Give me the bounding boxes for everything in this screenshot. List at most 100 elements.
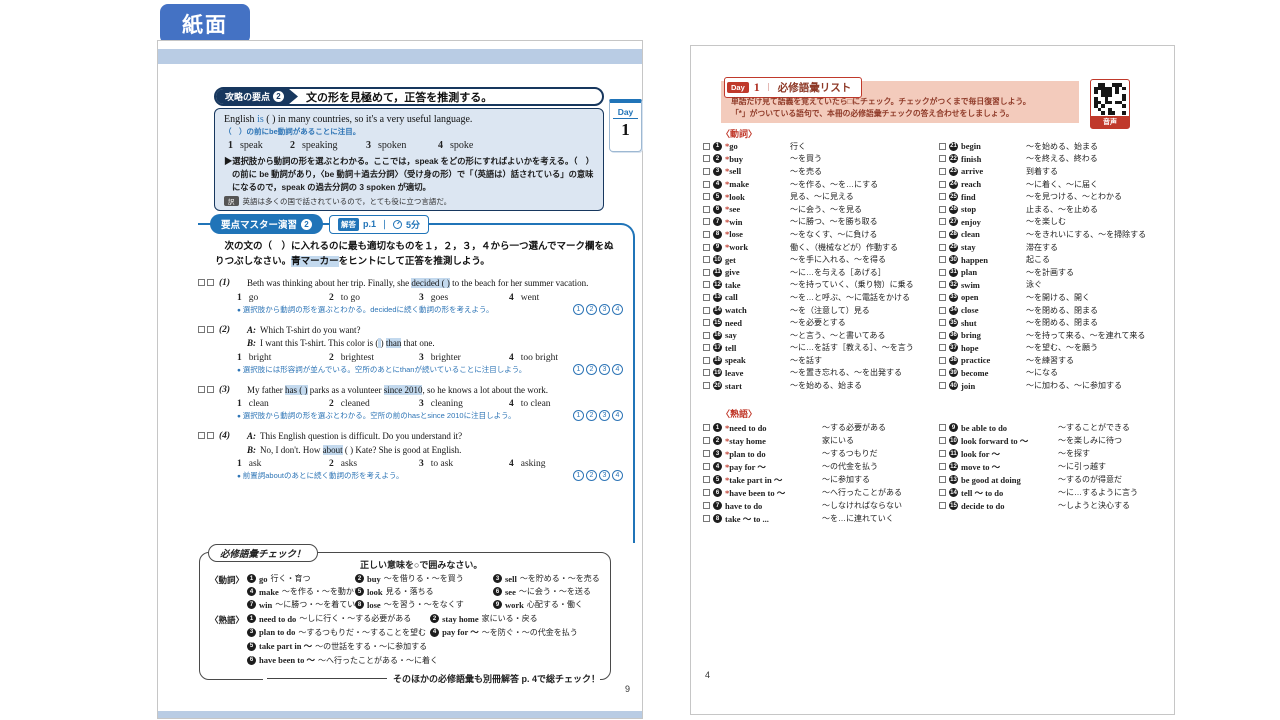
check-box: [703, 331, 710, 339]
rp-verbs-label: 〈動詞〉: [721, 129, 758, 139]
check-box: [939, 268, 946, 276]
vocab-item: 2 buy ～を借りる・～を買う: [355, 573, 489, 584]
point-title: 文の形を見極めて，正答を推測する。: [306, 91, 493, 104]
list-title-divider: ｜: [764, 83, 773, 92]
option: 2 asks: [329, 459, 358, 470]
vocab-item: 4 pay for ～～を防ぐ・～の代金を払う: [430, 626, 602, 638]
list-row: 22 finish ～を終える、終わる: [939, 153, 1165, 166]
answer-info: 解答 p.1 ｜ 5分: [329, 214, 430, 234]
check-box: [939, 193, 946, 201]
check-box: [207, 279, 214, 287]
question-number: (1): [219, 278, 231, 289]
option: 1 go: [237, 292, 259, 303]
audio-label: 音声: [1091, 116, 1129, 128]
check-box: [703, 515, 710, 522]
vocab-item: 1 go 行く・育つ: [247, 573, 351, 584]
list-row: 1 *go 行く: [703, 140, 929, 153]
mark-bubble: 2: [586, 410, 597, 422]
check-box: [939, 205, 946, 213]
check-box: [207, 385, 214, 393]
list-row: 5 *look 見る、～に見える: [703, 190, 929, 203]
mark-bubble: 2: [586, 303, 597, 315]
check-box: [703, 180, 710, 188]
day-tab-number: 1: [621, 120, 630, 139]
list-row: 4 *make ～を作る、～を…にする: [703, 178, 929, 191]
check-box: [703, 256, 710, 264]
check-box: [939, 230, 946, 238]
list-row: 31 plan ～を計画する: [939, 266, 1165, 279]
list-row: 33 open ～を開ける、開く: [939, 291, 1165, 304]
check-box: [703, 155, 710, 163]
option: 2 to go: [329, 292, 361, 303]
list-row: 37 hope ～を望む、～を願う: [939, 342, 1165, 355]
vocab-item: 2 stay home 家にいる・戻る: [430, 613, 602, 624]
check-box: [198, 385, 205, 393]
mark-bubble: 1: [573, 363, 584, 375]
question-hint: 選択肢には形容詞が並んでいる。空所のあとにthanが続いていることに注目しよう。: [237, 364, 527, 375]
question-line: My father has ( ) parks as a volunteer s…: [247, 384, 548, 395]
option: 1 bright: [237, 352, 272, 363]
footer-rule: [266, 678, 387, 679]
list-row: 28 clean ～をきれいにする、～を掃除する: [939, 228, 1165, 241]
check-box: [939, 502, 946, 509]
left-page: 攻略の要点 2 文の形を見極めて，正答を推測する。 English is ( )…: [157, 40, 643, 719]
mark-bubble: 1: [573, 410, 584, 422]
option: 1 speak: [228, 140, 263, 151]
list-row: 18 speak ～を話す: [703, 354, 929, 367]
check-box: [939, 382, 946, 390]
question-list: (1) Beth was thinking about her trip. Fin…: [198, 277, 633, 482]
mark-bubble: 3: [599, 470, 610, 482]
example-sentence: English is ( ) in many countries, so it'…: [224, 114, 473, 125]
list-row: 11 give ～に…を与える［あげる］: [703, 266, 929, 279]
option: 3 cleaning: [419, 399, 463, 410]
list-row: 34 close ～を閉める、閉まる: [939, 304, 1165, 317]
check-box: [939, 167, 946, 175]
check-box: [939, 155, 946, 163]
mark-bubble: 3: [599, 363, 610, 375]
check-box: [198, 325, 205, 333]
check-box: [703, 230, 710, 238]
check-box: [939, 142, 946, 150]
check-box: [939, 256, 946, 264]
translation-tag: 訳: [224, 196, 239, 207]
point-tag: 攻略の要点 2: [216, 89, 298, 104]
vocab-item: 6 see ～に会う・～を送る: [493, 586, 602, 597]
clock-icon: [393, 219, 403, 229]
option: 4 spoke: [438, 140, 474, 151]
rp-idioms-label: 〈熟語〉: [721, 409, 758, 419]
list-row: 25 find ～を見つける、～とわかる: [939, 190, 1165, 203]
list-row: 7 have to do ～しなければならない: [703, 499, 929, 512]
question-hint: 前置詞aboutのあとに続く動詞の形を考えよう。: [237, 470, 404, 481]
check-box: [939, 424, 946, 431]
mark-bubble: 4: [612, 363, 623, 375]
list-row: 16 say ～と言う、～と書いてある: [703, 329, 929, 342]
list-row: 5 *take part in ～～に参加する: [703, 473, 929, 486]
idioms-label: 〈熟語〉: [210, 615, 245, 625]
check-box: [703, 344, 710, 352]
question-number: (2): [219, 324, 231, 335]
list-instruction-line2: 「*」がついている語句で、本冊の必修語彙チェックの答え合わせをしましょう。: [731, 108, 1014, 118]
list-row: 40 join ～に加わる、～に参加する: [939, 379, 1165, 392]
list-row: 17 tell ～に…を話す［教える］、～を言う: [703, 342, 929, 355]
check-box: [703, 243, 710, 251]
option: 3 brighter: [419, 352, 461, 363]
list-row: 6 *have been to ～～へ行ったことがある: [703, 486, 929, 499]
page-number-right: 4: [705, 670, 711, 680]
vocab-item: 9 work 心配する・働く: [493, 599, 602, 610]
option: 1 ask: [237, 459, 262, 470]
check-box: [198, 279, 205, 287]
list-row: 23 arrive 到着する: [939, 165, 1165, 178]
mark-bubble: 4: [612, 470, 623, 482]
check-box: [703, 437, 710, 444]
list-row: 27 enjoy ～を楽しむ: [939, 216, 1165, 229]
rp-idioms: 1 *need to do ～する必要がある 2 *stay home 家にいる 3 *pla…: [703, 421, 1165, 525]
vocab-item: 3 sell ～を貯める・～を売る: [493, 573, 602, 584]
question: (3) My father has ( ) parks as a voluntee…: [198, 384, 623, 422]
check-box: [939, 281, 946, 289]
check-box: [703, 205, 710, 213]
option: 2 speaking: [290, 140, 338, 151]
question-hint: 選択肢から動詞の形を選ぶとわかる。decidedに続く動詞の形を考えよう。: [237, 304, 494, 315]
exercise-tag: 要点マスター演習 2: [210, 214, 324, 234]
list-row: 13 be good at doing ～するのが得意だ: [939, 473, 1165, 486]
list-row: 12 move to ～～に引っ越す: [939, 460, 1165, 473]
